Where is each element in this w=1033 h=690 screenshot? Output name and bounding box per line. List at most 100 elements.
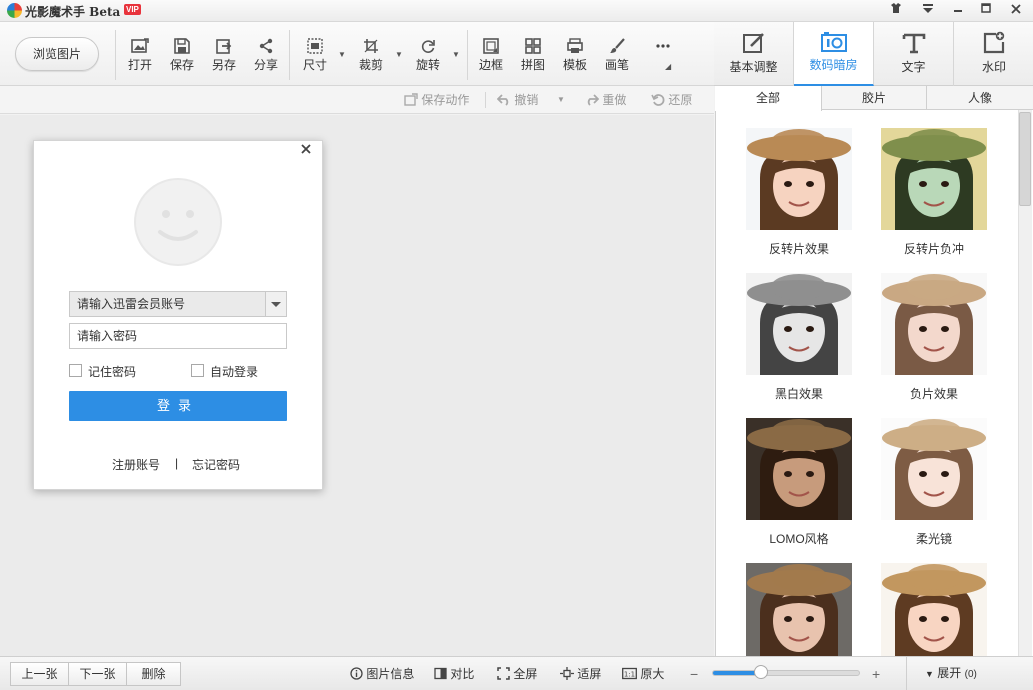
save-button[interactable]: 保存 xyxy=(164,36,200,76)
restore-label: 还原 xyxy=(668,93,693,107)
toolbar-divider xyxy=(115,30,116,80)
action-divider xyxy=(485,92,486,108)
more-icon xyxy=(656,44,670,48)
effect-thumbnail[interactable] xyxy=(881,128,987,230)
expand-arrow-icon: ▼ xyxy=(925,669,934,679)
fullscreen-icon xyxy=(497,667,510,680)
rotate-dropdown-icon[interactable]: ▼ xyxy=(452,50,460,59)
dialog-close-icon[interactable] xyxy=(296,141,316,161)
brush-label: 画笔 xyxy=(604,58,629,72)
crop-label: 裁剪 xyxy=(358,58,383,72)
template-label: 模板 xyxy=(562,58,587,72)
expand-label: 展开 xyxy=(937,666,962,680)
zoom-out-button[interactable]: − xyxy=(690,666,698,682)
more-button[interactable] xyxy=(645,36,681,76)
effect-label: 反转片效果 xyxy=(768,242,829,256)
effect-label: 负片效果 xyxy=(909,387,958,401)
undo-dropdown-icon[interactable]: ▼ xyxy=(557,91,565,109)
rotate-label: 旋转 xyxy=(415,58,440,72)
app-title: 光影魔术手 Beta xyxy=(25,5,121,19)
border-icon xyxy=(483,38,499,54)
expand-button[interactable]: ▼ 展开 (0) xyxy=(906,656,1033,690)
register-link[interactable]: 注册账号 xyxy=(112,456,160,473)
crop-button[interactable]: 裁剪 xyxy=(353,36,389,76)
border-label: 边框 xyxy=(478,58,503,72)
redo-label: 重做 xyxy=(602,93,627,107)
more-dropdown-icon[interactable]: ◢ xyxy=(665,62,671,71)
restore-button[interactable]: 还原 xyxy=(651,91,692,109)
tab-watermark[interactable]: 水印 xyxy=(954,22,1033,86)
fit-screen-icon xyxy=(560,667,574,680)
forgot-password-link[interactable]: 忘记密码 xyxy=(192,456,240,473)
compare-icon xyxy=(434,667,447,680)
effect-label: 黑白效果 xyxy=(774,387,823,401)
account-dropdown-button[interactable] xyxy=(265,292,286,316)
compare-label: 对比 xyxy=(450,667,475,681)
undo-button[interactable]: 撤销 xyxy=(496,91,538,109)
maximize-icon[interactable] xyxy=(971,0,1001,22)
redo-button[interactable]: 重做 xyxy=(585,91,626,109)
effect-thumbnail[interactable] xyxy=(746,418,852,520)
rotate-icon xyxy=(421,40,435,53)
share-button[interactable]: 分享 xyxy=(248,36,284,76)
tab-film[interactable]: 胶片 xyxy=(822,86,927,110)
template-button[interactable]: 模板 xyxy=(557,36,593,76)
original-size-button[interactable]: 1:1 原大 xyxy=(622,666,664,682)
tab-all[interactable]: 全部 xyxy=(715,86,822,111)
minimize-icon[interactable] xyxy=(943,0,973,22)
browse-images-button[interactable]: 浏览图片 xyxy=(15,37,99,71)
delete-button[interactable]: 删除 xyxy=(126,662,181,686)
close-icon[interactable] xyxy=(1001,0,1031,22)
tab-basic-adjust[interactable]: 基本调整 xyxy=(714,22,794,86)
login-button[interactable]: 登录 xyxy=(69,391,287,421)
effect-thumbnail[interactable] xyxy=(746,273,852,375)
auto-login-checkbox[interactable] xyxy=(191,364,204,377)
vip-badge[interactable]: VIP xyxy=(124,4,141,15)
effect-thumbnail[interactable] xyxy=(881,273,987,375)
tab-text-label: 文字 xyxy=(901,60,926,74)
effect-thumbnail[interactable] xyxy=(746,128,852,230)
effect-thumbnail[interactable] xyxy=(746,563,852,656)
collage-icon xyxy=(525,38,541,54)
save-label: 保存 xyxy=(169,58,194,72)
save-icon xyxy=(174,38,190,54)
chevron-down-icon xyxy=(271,302,281,307)
prev-image-button[interactable]: 上一张 xyxy=(10,662,69,686)
open-button[interactable]: 打开 xyxy=(122,36,158,76)
rotate-button[interactable]: 旋转 xyxy=(410,36,446,76)
resize-dropdown-icon[interactable]: ▼ xyxy=(338,50,346,59)
watermark-icon xyxy=(983,31,1005,54)
menu-icon[interactable] xyxy=(913,0,943,22)
tab-digital-darkroom[interactable]: 数码暗房 xyxy=(794,22,874,86)
effect-thumbnail[interactable] xyxy=(881,418,987,520)
expand-count: (0) xyxy=(964,669,977,680)
tab-text[interactable]: 文字 xyxy=(874,22,954,86)
open-label: 打开 xyxy=(127,58,152,72)
image-info-button[interactable]: 图片信息 xyxy=(350,666,414,682)
resize-button[interactable]: 尺寸 xyxy=(297,36,333,76)
border-button[interactable]: 边框 xyxy=(473,36,509,76)
save-as-button[interactable]: 另存 xyxy=(206,36,242,76)
crop-dropdown-icon[interactable]: ▼ xyxy=(395,50,403,59)
zoom-in-button[interactable]: + xyxy=(872,666,880,682)
remember-password-checkbox[interactable] xyxy=(69,364,82,377)
scrollbar-thumb[interactable] xyxy=(1019,112,1031,206)
compare-button[interactable]: 对比 xyxy=(434,666,474,682)
original-size-icon: 1:1 xyxy=(622,667,637,680)
fit-screen-button[interactable]: 适屏 xyxy=(560,666,601,682)
zoom-slider-knob[interactable] xyxy=(754,665,768,679)
tab-watermark-label: 水印 xyxy=(981,60,1006,74)
skin-icon[interactable] xyxy=(881,0,911,22)
next-image-button[interactable]: 下一张 xyxy=(68,662,127,686)
save-action-label: 保存动作 xyxy=(421,93,470,107)
text-icon xyxy=(902,33,925,54)
collage-button[interactable]: 拼图 xyxy=(515,36,551,76)
open-image-icon xyxy=(131,38,149,53)
password-field[interactable]: 请输入密码 xyxy=(69,323,287,349)
save-action-button[interactable]: 保存动作 xyxy=(404,91,469,109)
account-field[interactable]: 请输入迅雷会员账号 xyxy=(69,291,287,317)
brush-button[interactable]: 画笔 xyxy=(599,36,635,76)
fullscreen-button[interactable]: 全屏 xyxy=(497,666,537,682)
tab-portrait[interactable]: 人像 xyxy=(927,86,1033,110)
effect-thumbnail[interactable] xyxy=(881,563,987,656)
